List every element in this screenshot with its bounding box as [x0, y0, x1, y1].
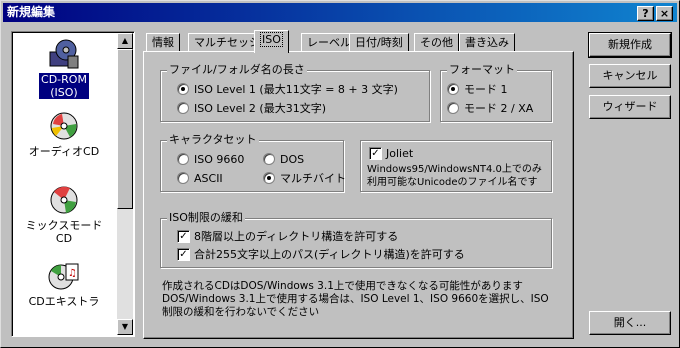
radio-dot — [447, 102, 459, 114]
checkbox-box: ✓ — [177, 248, 190, 261]
close-button[interactable]: × — [656, 6, 673, 21]
cd-extra-icon: ♫ — [48, 263, 79, 290]
radio-dot — [177, 102, 189, 114]
radio-label: マルチバイト — [280, 172, 346, 185]
tab-label: その他 — [420, 36, 453, 49]
checkbox-box: ✓ — [177, 230, 190, 243]
tab-label: 書き込み — [465, 36, 509, 49]
sidebar-item-label: CDエキストラ — [28, 295, 100, 308]
joliet-group: ✓ Joliet Windows95/WindowsNT4.0上でのみ 利用可能… — [360, 140, 552, 192]
new-button[interactable]: 新規作成 — [588, 32, 672, 58]
mode-2-xa-radio[interactable]: モード 2 / XA — [447, 102, 533, 115]
joliet-description: Windows95/WindowsNT4.0上でのみ 利用可能なUnicodeの… — [367, 163, 542, 189]
tab-label: 情報 — [152, 36, 174, 49]
radio-label: モード 2 / XA — [464, 102, 534, 115]
mode-1-radio[interactable]: モード 1 — [447, 83, 508, 96]
tab-write[interactable]: 書き込み — [459, 33, 515, 52]
sidebar-item-mixed-mode[interactable]: ミックスモード CD — [14, 184, 114, 245]
tab-label: 日付/時刻 — [355, 36, 403, 49]
open-button[interactable]: 開く... — [589, 311, 671, 335]
sidebar-item-label: ミックスモード CD — [25, 219, 103, 245]
joliet-description-line: 利用可能なUnicodeのファイル名です — [367, 177, 538, 188]
radio-dot — [263, 172, 275, 184]
iso-9660-radio[interactable]: ISO 9660 — [177, 153, 244, 166]
notice-line: 作成されるCDはDOS/Windows 3.1上で使用できなくなる可能性がありま… — [162, 280, 523, 292]
sidebar-item-label: CD-ROM (ISO) — [39, 73, 89, 99]
allow-long-path-checkbox[interactable]: ✓ 合計255文字以上のパス(ディレクトリ構造)を許可する — [177, 248, 465, 261]
mixed-mode-cd-icon — [50, 186, 78, 214]
scroll-down-icon[interactable]: ▼ — [117, 319, 133, 335]
tab-label: ISO — [260, 32, 283, 47]
title-bar: 新規編集 ? × — [3, 3, 677, 22]
group-title: ISO制限の緩和 — [167, 211, 245, 225]
iso-level-2-radio[interactable]: ISO Level 2 (最大31文字) — [177, 102, 326, 115]
notice-line: DOS/Windows 3.1上で使用する場合は、ISO Level 1、ISO… — [162, 293, 549, 305]
iso-level-1-radio[interactable]: ISO Level 1 (最大11文字 = 8 + 3 文字) — [177, 83, 398, 96]
checkbox-label: 合計255文字以上のパス(ディレクトリ構造)を許可する — [194, 248, 465, 261]
radio-dot — [177, 153, 189, 165]
radio-label: ISO Level 2 (最大31文字) — [194, 102, 326, 115]
radio-label: ISO Level 1 (最大11文字 = 8 + 3 文字) — [194, 83, 398, 96]
cancel-button[interactable]: キャンセル — [589, 64, 671, 88]
radio-dot — [263, 153, 275, 165]
audio-cd-icon — [50, 112, 78, 140]
wizard-button[interactable]: ウィザード — [589, 95, 671, 119]
new-compilation-dialog: 新規編集 ? × CD-ROM (ISO) オーディオCD ミックスモード CD… — [0, 0, 680, 348]
help-button[interactable]: ? — [637, 6, 654, 21]
checkbox-label: Joliet — [386, 147, 414, 160]
radio-label: DOS — [280, 153, 305, 166]
sidebar-item-cd-rom[interactable]: CD-ROM (ISO) — [14, 38, 114, 99]
sidebar-item-cd-extra[interactable]: ♫ CDエキストラ — [14, 260, 114, 308]
checkbox-box: ✓ — [369, 147, 382, 160]
filename-length-group: ファイル/フォルダ名の長さ ISO Level 1 (最大11文字 = 8 + … — [160, 63, 430, 122]
iso-settings-panel: ファイル/フォルダ名の長さ ISO Level 1 (最大11文字 = 8 + … — [143, 51, 574, 339]
radio-dot — [177, 83, 189, 95]
dos-radio[interactable]: DOS — [263, 153, 304, 166]
compatibility-notice: 作成されるCDはDOS/Windows 3.1上で使用できなくなる可能性がありま… — [162, 280, 562, 319]
tab-date-time[interactable]: 日付/時刻 — [349, 33, 409, 52]
group-title: フォーマット — [447, 63, 517, 77]
tab-label: レーベル — [307, 36, 351, 49]
sidebar-scrollbar[interactable]: ▲ ▼ — [117, 33, 133, 335]
tab-iso[interactable]: ISO — [254, 30, 289, 53]
sidebar-item-audio-cd[interactable]: オーディオCD — [14, 110, 114, 158]
group-title: ファイル/フォルダ名の長さ — [167, 63, 307, 77]
cd-rom-icon — [49, 39, 79, 69]
charset-group: キャラクタセット ISO 9660 DOS ASCII マルチバイト — [160, 133, 346, 192]
radio-label: モード 1 — [464, 83, 508, 96]
tab-misc[interactable]: その他 — [414, 33, 459, 52]
radio-dot — [447, 83, 459, 95]
tab-info[interactable]: 情報 — [146, 33, 180, 52]
svg-text:♫: ♫ — [68, 268, 77, 279]
joliet-description-line: Windows95/WindowsNT4.0上でのみ — [367, 164, 542, 175]
ascii-radio[interactable]: ASCII — [177, 172, 223, 185]
checkbox-label: 8階層以上のディレクトリ構造を許可する — [194, 230, 399, 243]
notice-line: 制限の緩和を行わないでください — [162, 306, 320, 318]
group-title: キャラクタセット — [167, 133, 259, 147]
format-group: フォーマット モード 1 モード 2 / XA — [440, 63, 552, 122]
window-title: 新規編集 — [7, 5, 56, 19]
project-type-list[interactable]: CD-ROM (ISO) オーディオCD ミックスモード CD ♫ CDエキスト… — [11, 31, 135, 337]
scroll-up-icon[interactable]: ▲ — [117, 33, 133, 49]
multibyte-radio[interactable]: マルチバイト — [263, 172, 346, 185]
joliet-checkbox[interactable]: ✓ Joliet — [369, 147, 413, 160]
radio-label: ISO 9660 — [194, 153, 245, 166]
radio-dot — [177, 172, 189, 184]
allow-deep-directory-checkbox[interactable]: ✓ 8階層以上のディレクトリ構造を許可する — [177, 230, 398, 243]
radio-label: ASCII — [194, 172, 223, 185]
iso-relax-group: ISO制限の緩和 ✓ 8階層以上のディレクトリ構造を許可する ✓ 合計255文字… — [160, 211, 552, 268]
scrollbar-thumb[interactable] — [117, 49, 133, 209]
sidebar-item-label: オーディオCD — [28, 145, 100, 158]
